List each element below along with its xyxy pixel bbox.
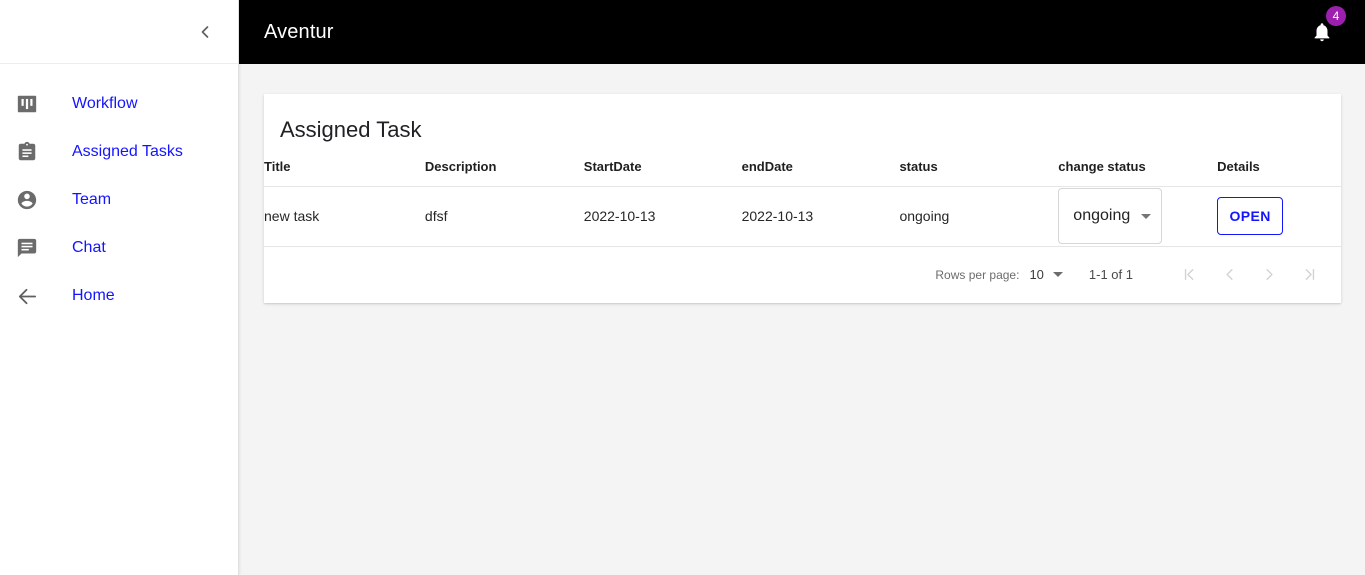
chevron-down-icon — [1141, 213, 1152, 219]
table-header-row: Title Description StartDate endDate stat… — [264, 144, 1341, 187]
next-page-icon — [1260, 265, 1279, 284]
column-header-details: Details — [1217, 144, 1341, 187]
cell-startdate: 2022-10-13 — [583, 186, 742, 247]
column-header-description: Description — [424, 144, 584, 187]
table-pagination: Rows per page: 10 1-1 of 1 — [264, 247, 1341, 303]
notification-badge: 4 — [1326, 6, 1346, 26]
sidebar-nav: Workflow Assigned Tasks Team Chat Home — [0, 64, 238, 320]
column-header-status: status — [899, 144, 1059, 187]
sidebar-item-assigned-tasks[interactable]: Assigned Tasks — [0, 128, 238, 176]
table-row: new task dfsf 2022-10-13 2022-10-13 ongo… — [264, 186, 1341, 247]
sidebar-item-home[interactable]: Home — [0, 272, 238, 320]
rows-per-page-value: 10 — [1029, 267, 1044, 283]
open-button[interactable]: OPEN — [1217, 197, 1284, 236]
page-title: Assigned Task — [280, 117, 422, 142]
sidebar-item-chat[interactable]: Chat — [0, 224, 238, 272]
cell-enddate: 2022-10-13 — [741, 186, 900, 247]
sidebar-item-team[interactable]: Team — [0, 176, 238, 224]
next-page-button[interactable] — [1249, 255, 1289, 295]
sidebar-item-label: Workflow — [72, 95, 138, 112]
cell-status: ongoing — [899, 186, 1059, 247]
table-body: new task dfsf 2022-10-13 2022-10-13 ongo… — [264, 186, 1341, 247]
cell-details: OPEN — [1217, 186, 1341, 247]
account-circle-icon — [16, 189, 56, 211]
sidebar-item-label: Team — [72, 191, 112, 208]
app-root: Workflow Assigned Tasks Team Chat Home A… — [0, 0, 1365, 575]
notifications-button[interactable]: 4 — [1309, 6, 1346, 47]
chevron-down-icon — [1052, 272, 1063, 278]
previous-page-button[interactable] — [1209, 255, 1249, 295]
chevron-left-icon — [195, 22, 215, 42]
sidebar: Workflow Assigned Tasks Team Chat Home — [0, 0, 239, 575]
sidebar-header — [0, 0, 238, 64]
assigned-task-table: Title Description StartDate endDate stat… — [264, 144, 1341, 247]
assignment-icon — [16, 141, 56, 163]
sidebar-item-workflow[interactable]: Workflow — [0, 80, 238, 128]
column-header-enddate: endDate — [741, 144, 900, 187]
column-header-title: Title — [264, 144, 425, 187]
arrow-back-icon — [16, 285, 56, 308]
sidebar-item-label: Home — [72, 287, 115, 304]
table-head: Title Description StartDate endDate stat… — [264, 144, 1341, 187]
pagination-range: 1-1 of 1 — [1088, 267, 1133, 283]
change-status-value: ongoing — [1073, 207, 1131, 225]
main-content: Assigned Task Title Description StartDat… — [239, 64, 1365, 575]
dashboard-icon — [16, 93, 56, 115]
cell-description: dfsf — [424, 186, 584, 247]
first-page-icon — [1180, 265, 1199, 284]
rows-per-page-select[interactable]: 10 — [1029, 267, 1063, 283]
cell-title: new task — [264, 186, 425, 247]
sidebar-collapse-button[interactable] — [188, 15, 222, 49]
sidebar-item-label: Assigned Tasks — [72, 143, 183, 160]
first-page-button[interactable] — [1169, 255, 1209, 295]
cell-change-status: ongoing — [1058, 186, 1218, 247]
column-header-change-status: change status — [1058, 144, 1218, 187]
chat-icon — [16, 237, 56, 259]
change-status-select[interactable]: ongoing — [1058, 188, 1163, 245]
rows-per-page-label: Rows per page: — [935, 267, 1020, 282]
previous-page-icon — [1220, 265, 1239, 284]
top-app-bar: Aventur 4 — [239, 0, 1365, 64]
last-page-button[interactable] — [1289, 255, 1329, 295]
last-page-icon — [1300, 265, 1319, 284]
column-header-startdate: StartDate — [583, 144, 742, 187]
app-title: Aventur — [264, 20, 334, 43]
sidebar-item-label: Chat — [72, 239, 106, 256]
assigned-task-card: Assigned Task Title Description StartDat… — [264, 94, 1341, 303]
